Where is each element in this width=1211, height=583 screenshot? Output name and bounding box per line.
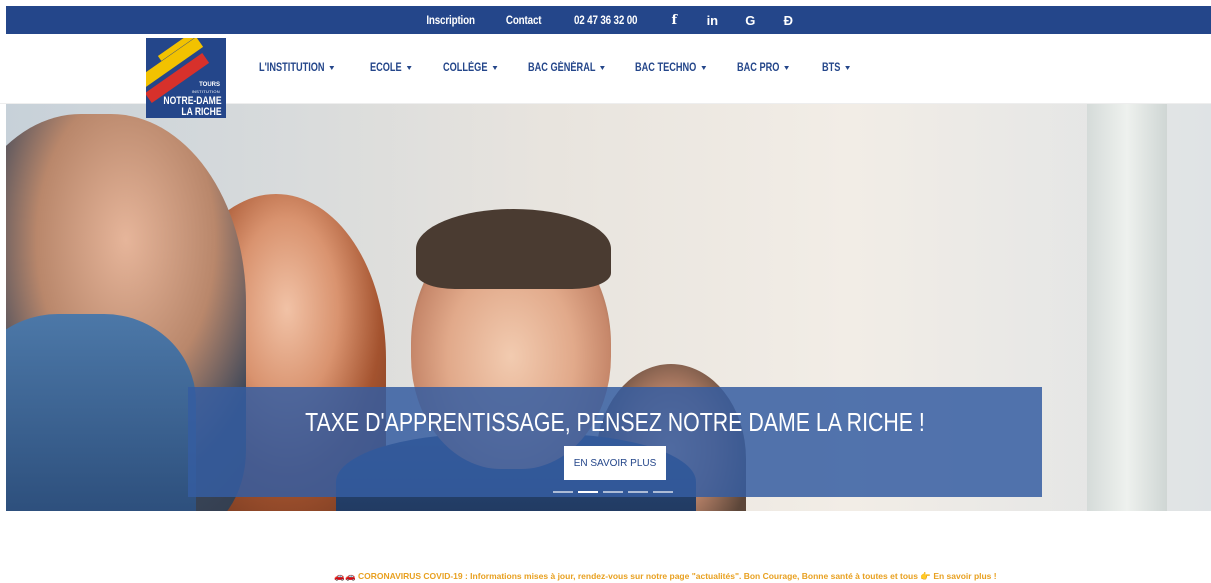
slider-indicators (553, 491, 673, 493)
google-icon[interactable]: G (742, 13, 758, 28)
phone-link[interactable]: 02 47 36 32 00 (574, 13, 638, 27)
caret-down-icon (845, 66, 850, 70)
nav-item-ecole[interactable]: ECOLE (370, 62, 412, 74)
nav-item-label: BAC PRO (737, 62, 780, 74)
slide-indicator[interactable] (553, 491, 573, 493)
logo-institution: INSTITUTION (191, 89, 220, 94)
site-logo[interactable]: TOURS INSTITUTION NOTRE-DAME LA RICHE (146, 38, 226, 118)
slide-indicator[interactable] (603, 491, 623, 493)
caret-down-icon (492, 66, 498, 70)
hero-photo-person (6, 314, 196, 511)
nav-item-label: BAC TECHNO (635, 62, 697, 74)
nav-item-bts[interactable]: BTS (822, 62, 850, 74)
notice-text: CORONAVIRUS COVID-19 : Informations mise… (357, 571, 918, 581)
slide-indicator[interactable] (628, 491, 648, 493)
logo-tours: TOURS (199, 82, 220, 88)
nav-item-bac-pro[interactable]: BAC PRO (737, 62, 790, 74)
slide-indicator[interactable] (653, 491, 673, 493)
inscription-link[interactable]: Inscription (426, 13, 475, 27)
covid-notice: 🚗🚗 CORONAVIRUS COVID-19 : Informations m… (60, 571, 1211, 582)
nav-item-label: ECOLE (370, 62, 402, 74)
nav-item-label: BAC GÉNÉRAL (528, 62, 596, 74)
notice-learn-more-link[interactable]: En savoir plus ! (933, 571, 996, 581)
caret-down-icon (701, 66, 706, 70)
learn-more-button[interactable]: EN SAVOIR PLUS (564, 446, 666, 480)
caret-down-icon (600, 66, 606, 70)
ecoledirecte-icon[interactable]: Ð (780, 13, 796, 28)
hero-photo-window (1087, 104, 1167, 511)
hero-photo-person (416, 209, 611, 289)
logo-name-line2: LA RICHE (181, 106, 222, 118)
nav-item-institution[interactable]: L'INSTITUTION (259, 62, 335, 74)
caret-down-icon (406, 66, 412, 70)
hero-title: TAXE D'APPRENTISSAGE, PENSEZ NOTRE DAME … (305, 407, 925, 437)
contact-link[interactable]: Contact (506, 13, 542, 27)
pointing-hand-icon: 👉 (920, 571, 931, 581)
caret-down-icon (329, 66, 335, 70)
linkedin-icon[interactable]: in (704, 13, 720, 28)
nav-item-college[interactable]: COLLÈGE (443, 62, 498, 74)
slide-indicator-active[interactable] (578, 491, 598, 493)
nav-item-label: BTS (822, 62, 841, 74)
caret-down-icon (784, 66, 790, 70)
nav-item-bac-general[interactable]: BAC GÉNÉRAL (528, 62, 606, 74)
top-bar: Inscription Contact 02 47 36 32 00 f in … (6, 6, 1211, 34)
hero-caption-banner: TAXE D'APPRENTISSAGE, PENSEZ NOTRE DAME … (188, 387, 1042, 497)
nav-item-bac-techno[interactable]: BAC TECHNO (635, 62, 706, 74)
nav-item-label: COLLÈGE (443, 62, 488, 74)
car-emoji-icon: 🚗🚗 (334, 571, 356, 581)
facebook-icon[interactable]: f (666, 13, 682, 28)
hero-slider: TAXE D'APPRENTISSAGE, PENSEZ NOTRE DAME … (6, 104, 1211, 511)
nav-item-label: L'INSTITUTION (259, 62, 325, 74)
